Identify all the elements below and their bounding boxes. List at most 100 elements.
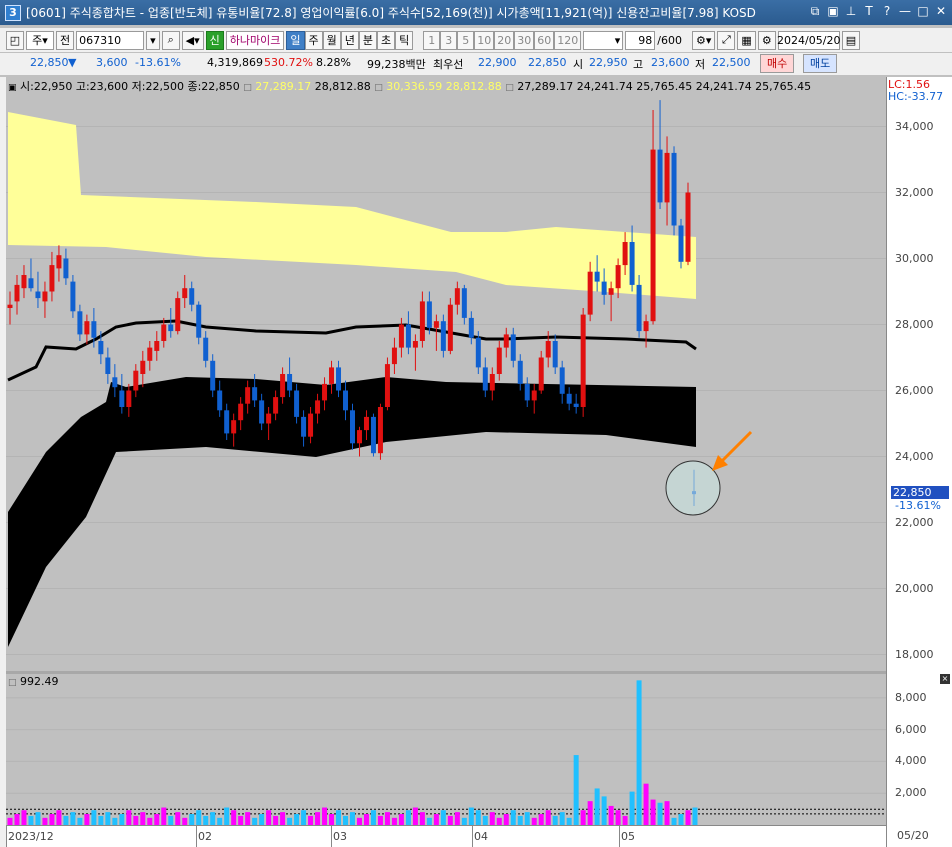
candle-body bbox=[608, 288, 614, 295]
minimize-icon[interactable]: — bbox=[898, 4, 912, 19]
candle-body bbox=[650, 149, 656, 322]
candle-body bbox=[189, 288, 195, 305]
volume-bar bbox=[552, 815, 558, 825]
tab-5[interactable]: 초 bbox=[377, 30, 396, 50]
interval-10[interactable]: 10 bbox=[474, 30, 495, 50]
chart-config-icon[interactable]: ◰ bbox=[6, 30, 24, 50]
layout-icon[interactable]: ▣ bbox=[826, 4, 840, 19]
interval-30[interactable]: 30 bbox=[514, 30, 535, 50]
candle-body bbox=[391, 347, 397, 365]
interval-1[interactable]: 1 bbox=[423, 30, 441, 50]
candle-body bbox=[517, 360, 523, 384]
maximize-icon[interactable]: □ bbox=[916, 4, 930, 19]
candle-body bbox=[412, 341, 418, 348]
tab-3[interactable]: 년 bbox=[340, 30, 359, 50]
stock-code-input[interactable]: 067310 bbox=[76, 30, 145, 50]
volume-bar bbox=[475, 810, 481, 825]
tab-1[interactable]: 주 bbox=[304, 30, 323, 50]
period-select[interactable]: 주 ▾ bbox=[26, 30, 54, 50]
volume-bar bbox=[203, 815, 209, 825]
candle-body bbox=[349, 410, 355, 444]
pin-icon[interactable]: ⊥ bbox=[844, 4, 858, 19]
date-input[interactable]: 2024/05/20 bbox=[777, 30, 840, 50]
interval-20[interactable]: 20 bbox=[494, 30, 515, 50]
volume-bar bbox=[643, 783, 649, 825]
volume-bar bbox=[601, 796, 607, 825]
volume-bar bbox=[636, 680, 642, 825]
count-input[interactable]: 98 bbox=[625, 30, 656, 50]
indicator-icon[interactable]: ⚙▾ bbox=[691, 30, 716, 50]
candle-body bbox=[426, 301, 432, 328]
price-chart-panel[interactable] bbox=[6, 77, 886, 671]
volume-bar bbox=[210, 812, 216, 825]
interval-custom-select[interactable]: ▾ bbox=[583, 30, 624, 50]
candle-body bbox=[538, 357, 544, 391]
candle-body bbox=[678, 225, 684, 262]
app-icon: 3 bbox=[5, 4, 21, 21]
candle-body bbox=[524, 383, 530, 401]
price-chart[interactable] bbox=[6, 77, 886, 671]
volume-chart[interactable] bbox=[6, 674, 886, 825]
interval-60[interactable]: 60 bbox=[534, 30, 555, 50]
volume-bar bbox=[524, 812, 530, 825]
volume-bar bbox=[294, 814, 300, 825]
date-label: 03 bbox=[333, 830, 347, 843]
prefix-button[interactable]: 전 bbox=[56, 30, 75, 50]
volume-bar bbox=[84, 814, 90, 825]
tab-4[interactable]: 분 bbox=[358, 30, 377, 50]
volume-bar bbox=[329, 814, 335, 825]
volume-bar bbox=[238, 815, 244, 825]
volume-bar bbox=[531, 817, 537, 825]
help-icon[interactable]: ? bbox=[880, 4, 894, 19]
candle-body bbox=[168, 324, 174, 332]
save-icon[interactable]: ▦ bbox=[737, 30, 756, 50]
volume-bar bbox=[559, 812, 565, 825]
volume-bar bbox=[301, 810, 307, 825]
sound-icon[interactable]: ◀▾ bbox=[181, 30, 204, 50]
candle-body bbox=[98, 341, 104, 355]
legend-box-icon: □ bbox=[243, 83, 252, 93]
candle-body bbox=[126, 390, 132, 407]
legend-rest: 27,289.17 24,241.74 25,765.45 24,241.74 … bbox=[517, 80, 812, 93]
volume-bar bbox=[678, 814, 684, 825]
volume-bar bbox=[112, 817, 118, 825]
tab-6[interactable]: 틱 bbox=[395, 30, 414, 50]
interval-120[interactable]: 120 bbox=[554, 30, 582, 50]
price-tick: 22,000 bbox=[895, 515, 934, 529]
volume-bar bbox=[175, 812, 181, 825]
draw-tool-icon[interactable]: ⤢ bbox=[717, 30, 736, 50]
legend-ma4: 28,812.88 bbox=[445, 80, 502, 93]
interval-5[interactable]: 5 bbox=[457, 30, 475, 50]
date-axis: 2023/12 02 03 04 05 bbox=[6, 825, 886, 847]
tab-0[interactable]: 일 bbox=[286, 30, 305, 50]
volume-bar bbox=[217, 817, 223, 825]
price-tick: 34,000 bbox=[895, 119, 934, 133]
candle-body bbox=[489, 374, 495, 391]
search-icon[interactable]: ⌕ bbox=[161, 30, 180, 50]
volume-bar bbox=[370, 810, 376, 825]
font-icon[interactable]: T bbox=[862, 4, 876, 19]
panel-close-icon[interactable]: × bbox=[940, 674, 950, 684]
volume-bar bbox=[189, 814, 195, 825]
volume-chart-panel[interactable] bbox=[6, 674, 886, 825]
best-ask: 22,900 bbox=[478, 56, 517, 69]
sell-button[interactable]: 매도 bbox=[803, 54, 838, 73]
volume-bar bbox=[685, 810, 691, 825]
buy-button[interactable]: 매수 bbox=[760, 54, 795, 73]
calendar-icon[interactable]: ▤ bbox=[841, 30, 861, 50]
high-label: 고 bbox=[633, 58, 644, 71]
restore-icon[interactable]: ⧉ bbox=[808, 4, 822, 19]
candle-body bbox=[322, 383, 328, 401]
new-badge[interactable]: 신 bbox=[205, 30, 224, 50]
current-price-pct: -13.61% bbox=[895, 499, 941, 512]
tab-2[interactable]: 월 bbox=[322, 30, 341, 50]
interval-3[interactable]: 3 bbox=[440, 30, 458, 50]
volume-bar bbox=[161, 807, 167, 825]
current-price-tag: 22,850 bbox=[891, 486, 949, 499]
code-dropdown-icon[interactable]: ▾ bbox=[146, 30, 160, 50]
volume-bar bbox=[266, 810, 272, 825]
settings-icon[interactable]: ⚙ bbox=[757, 30, 776, 50]
broker-button[interactable]: 하나마이크 bbox=[225, 30, 285, 50]
close-icon[interactable]: ✕ bbox=[934, 4, 948, 19]
price-tick: 18,000 bbox=[895, 647, 934, 661]
